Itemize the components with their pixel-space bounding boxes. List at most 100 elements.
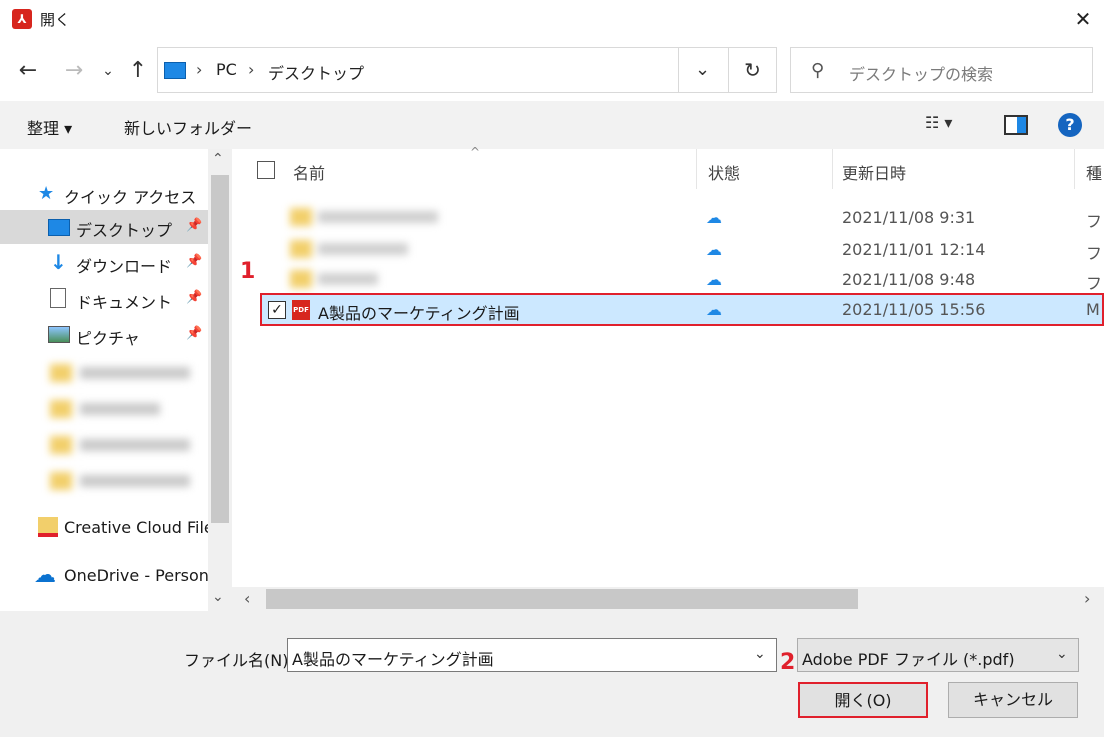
sidebar-item-pictures[interactable]: ピクチャ 📌: [0, 318, 208, 352]
filename-value[interactable]: A製品のマーケティング計画: [292, 646, 494, 670]
sidebar-item-downloads[interactable]: ↓ ダウンロード 📌: [0, 246, 208, 280]
sidebar-item-label: Creative Cloud File: [64, 518, 214, 537]
preview-pane-icon[interactable]: [1004, 115, 1028, 135]
row-checkbox[interactable]: ✓: [268, 301, 286, 319]
sidebar-item-quick-access[interactable]: ★ クイック アクセス: [0, 177, 208, 211]
acrobat-icon: ⅄: [12, 9, 32, 29]
sidebar-item-label: ドキュメント: [76, 293, 173, 312]
view-options-icon[interactable]: ☷ ▾: [925, 113, 975, 137]
cloud-status-icon: ☁: [706, 240, 722, 259]
table-row[interactable]: ☁ 2021/11/08 9:31 フ: [260, 202, 1104, 233]
new-folder-button[interactable]: 新しいフォルダー: [124, 115, 252, 139]
creative-cloud-folder-icon: [38, 517, 58, 537]
file-type: M: [1086, 300, 1100, 319]
modified-date: 2021/11/08 9:48: [842, 270, 976, 289]
filetype-select[interactable]: Adobe PDF ファイル (*.pdf) ⌄: [797, 638, 1079, 672]
breadcrumb-desktop[interactable]: デスクトップ: [268, 60, 364, 84]
back-button[interactable]: ←: [14, 56, 42, 86]
step-marker-2: 2: [780, 650, 796, 675]
file-list: ^ 名前 状態 更新日時 種 ☁ 2021/11/08 9:31 フ ☁ 202…: [232, 145, 1104, 611]
search-box[interactable]: ⚲ デスクトップの検索: [790, 47, 1093, 93]
bottom-panel: [0, 611, 1104, 737]
title-bar: ⅄ 開く ✕: [0, 0, 1104, 38]
toolbar: 整理 ▾ 新しいフォルダー ☷ ▾ ?: [0, 101, 1104, 149]
blurred-folder-name: [290, 206, 450, 228]
column-header-type[interactable]: 種: [1086, 160, 1102, 184]
desktop-icon: [48, 219, 70, 236]
file-name: A製品のマーケティング計画: [318, 304, 520, 323]
selected-file-row[interactable]: ✓ PDF A製品のマーケティング計画 ☁ 2021/11/05 15:56 M: [260, 293, 1104, 326]
horizontal-scroll-thumb[interactable]: [266, 589, 858, 609]
chevron-down-icon[interactable]: ⌄: [1056, 646, 1068, 662]
search-icon: ⚲: [811, 60, 825, 81]
cancel-button[interactable]: キャンセル: [948, 682, 1078, 718]
column-header-modified[interactable]: 更新日時: [842, 160, 906, 184]
filetype-value: Adobe PDF ファイル (*.pdf): [802, 650, 1015, 669]
blurred-folder-item[interactable]: [50, 398, 200, 420]
column-divider[interactable]: [696, 149, 697, 189]
filename-label: ファイル名(N):: [184, 651, 294, 670]
blurred-folder-item[interactable]: [50, 362, 200, 384]
open-button[interactable]: 開く(O): [798, 682, 928, 718]
pictures-icon: [48, 326, 70, 343]
scroll-left-arrow-icon[interactable]: ‹: [244, 589, 250, 608]
sidebar-item-onedrive[interactable]: ☁ OneDrive - Person: [0, 559, 209, 593]
organize-button[interactable]: 整理 ▾: [27, 115, 72, 139]
select-all-checkbox[interactable]: [257, 161, 275, 179]
scroll-right-arrow-icon[interactable]: ›: [1084, 589, 1090, 608]
sidebar-scroll-thumb[interactable]: [211, 175, 229, 523]
sort-ascending-icon: ^: [470, 145, 481, 159]
sidebar-item-label: ダウンロード: [76, 257, 173, 276]
chevron-down-icon[interactable]: ⌄: [678, 48, 726, 92]
window-title: 開く: [40, 11, 71, 29]
help-button[interactable]: ?: [1058, 113, 1082, 137]
column-divider[interactable]: [1074, 149, 1075, 189]
address-bar[interactable]: › PC › デスクトップ ⌄ ↻: [157, 47, 777, 93]
chevron-down-icon[interactable]: ⌄: [754, 646, 766, 662]
breadcrumb-pc[interactable]: PC: [216, 60, 237, 79]
cloud-status-icon: ☁: [706, 270, 722, 289]
scroll-down-arrow-icon[interactable]: ⌄: [212, 589, 224, 605]
document-icon: [50, 288, 66, 308]
breadcrumb-chevron-icon: ›: [248, 60, 255, 79]
cloud-status-icon: ☁: [706, 300, 722, 319]
recent-locations-button[interactable]: ⌄: [94, 56, 122, 86]
up-button[interactable]: ↑: [124, 56, 152, 86]
refresh-button[interactable]: ↻: [728, 48, 776, 92]
table-row[interactable]: ☁ 2021/11/01 12:14 フ: [260, 234, 1104, 265]
file-type: フ: [1086, 274, 1103, 293]
step-marker-1: 1: [240, 259, 256, 284]
pc-icon: [164, 62, 186, 79]
blurred-folder-item[interactable]: [50, 470, 200, 492]
scroll-up-arrow-icon[interactable]: ⌃: [212, 151, 224, 167]
blurred-folder-name: [290, 238, 450, 260]
pin-icon: 📌: [186, 254, 203, 269]
sidebar-item-label: OneDrive - Person: [64, 566, 209, 585]
breadcrumb-chevron-icon: ›: [196, 60, 203, 79]
pin-icon: 📌: [186, 218, 203, 233]
column-header-status[interactable]: 状態: [708, 160, 740, 184]
column-header-name[interactable]: 名前: [293, 160, 325, 184]
star-icon: ★: [38, 183, 55, 204]
filename-field[interactable]: A製品のマーケティング計画 ⌄: [287, 638, 777, 672]
blurred-folder-item[interactable]: [50, 434, 200, 456]
navigation-pane: ★ クイック アクセス デスクトップ 📌 ↓ ダウンロード 📌 ドキュメント 📌…: [0, 149, 232, 611]
onedrive-cloud-icon: ☁: [34, 563, 56, 588]
close-button[interactable]: ✕: [1066, 2, 1100, 36]
search-input[interactable]: デスクトップの検索: [849, 61, 993, 85]
pin-icon: 📌: [186, 290, 203, 305]
pdf-file-icon: PDF: [292, 300, 310, 320]
blurred-folder-name: [290, 268, 450, 290]
table-row[interactable]: ☁ 2021/11/08 9:48 フ: [260, 264, 1104, 295]
column-divider[interactable]: [832, 149, 833, 189]
download-icon: ↓: [50, 250, 67, 274]
sidebar-item-creative-cloud[interactable]: Creative Cloud File: [0, 511, 214, 545]
forward-button[interactable]: →: [60, 56, 88, 86]
sidebar-item-label: ピクチャ: [76, 329, 140, 348]
modified-date: 2021/11/05 15:56: [842, 300, 986, 319]
file-type: フ: [1086, 244, 1103, 263]
sidebar-item-desktop[interactable]: デスクトップ 📌: [0, 210, 208, 244]
sidebar-item-documents[interactable]: ドキュメント 📌: [0, 282, 208, 316]
pin-icon: 📌: [186, 326, 203, 341]
modified-date: 2021/11/01 12:14: [842, 240, 986, 259]
